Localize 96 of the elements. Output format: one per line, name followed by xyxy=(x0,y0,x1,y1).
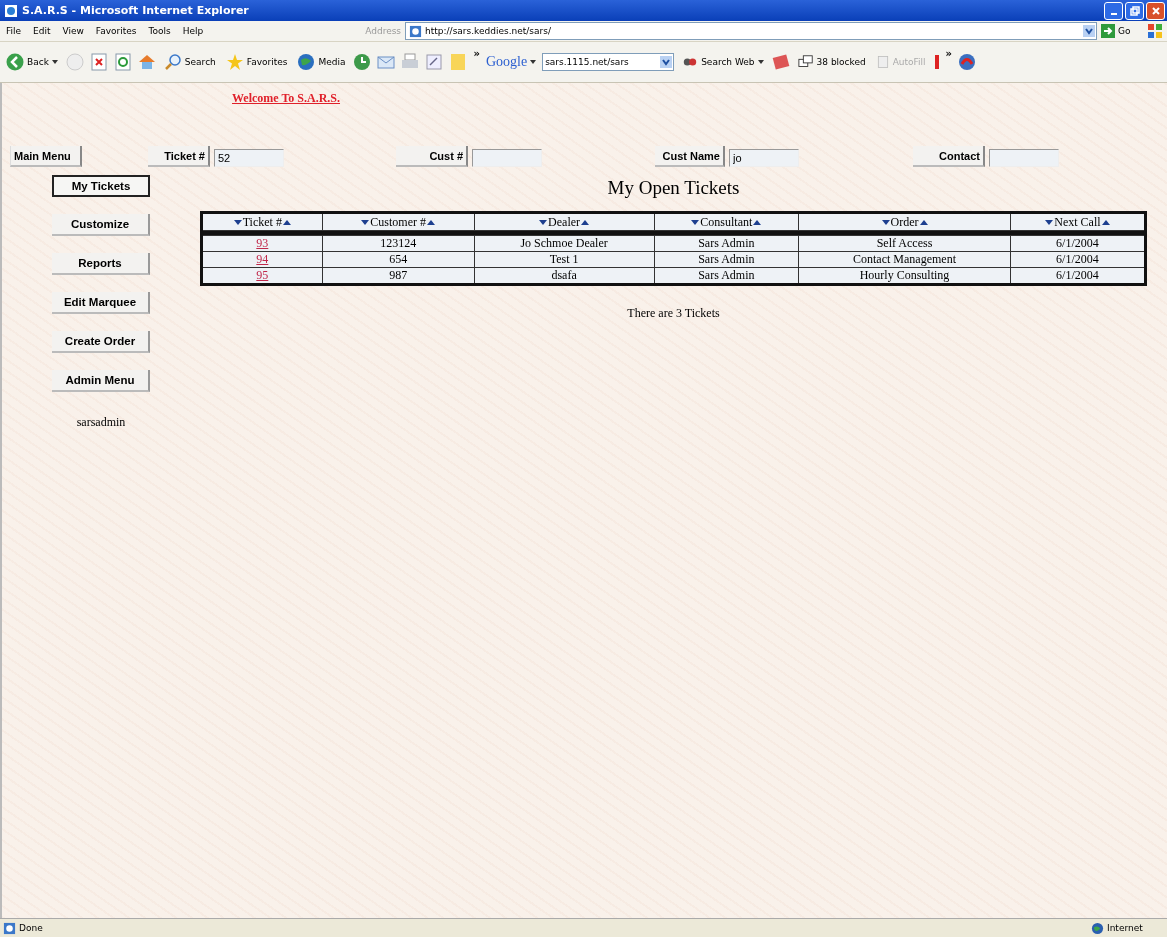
table-cell: Sars Admin xyxy=(654,251,799,268)
google-button[interactable]: Google xyxy=(485,54,537,70)
search-button[interactable]: Main Menu xyxy=(10,146,82,167)
input-field[interactable]: jo xyxy=(729,149,799,167)
more-chevron[interactable]: » xyxy=(945,48,953,59)
menu-button[interactable]: Admin Menu xyxy=(52,370,150,392)
menu-button[interactable]: Customize xyxy=(52,214,150,236)
caret-icon xyxy=(757,60,764,64)
media-button[interactable]: Media xyxy=(295,53,348,71)
menu-item[interactable]: Tools xyxy=(148,26,171,36)
table-cell: Test 1 xyxy=(474,251,655,268)
ticket-link[interactable]: 93 xyxy=(256,236,269,250)
username: sarsadmin xyxy=(76,415,126,430)
globe-icon xyxy=(297,53,316,71)
windows-logo-icon xyxy=(1147,23,1163,39)
minimize-icon xyxy=(1110,12,1117,15)
popup-blocker-button[interactable]: 38 blocked xyxy=(795,54,868,70)
google-search-field[interactable]: sars.1115.net/sars xyxy=(542,53,675,71)
sort-down-icon[interactable] xyxy=(1045,220,1054,225)
search-button[interactable]: Cust # xyxy=(396,146,468,167)
window-title: S.A.R.S - Microsoft Internet Explorer xyxy=(22,4,249,17)
column-header[interactable]: Customer # xyxy=(322,212,475,231)
dropdown-icon[interactable] xyxy=(660,56,673,68)
ticket-link[interactable]: 95 xyxy=(256,268,269,282)
favorites-button[interactable]: Favorites xyxy=(223,53,290,71)
menu-button[interactable]: Create Order xyxy=(52,331,150,353)
search-button[interactable]: Ticket # xyxy=(148,146,210,167)
column-header[interactable]: Order xyxy=(798,212,1011,231)
input-field[interactable] xyxy=(472,149,542,167)
close-icon xyxy=(1150,5,1161,16)
sort-up-icon[interactable] xyxy=(753,220,762,225)
page-heading: My Open Tickets xyxy=(607,177,740,199)
close-button[interactable] xyxy=(1146,1,1165,20)
minimize-button[interactable] xyxy=(1104,1,1123,20)
refresh-icon[interactable] xyxy=(113,53,132,71)
home-icon[interactable] xyxy=(137,53,156,71)
globe-icon xyxy=(1091,921,1104,935)
menu-button[interactable]: Edit Marquee xyxy=(52,292,150,314)
browser-icon xyxy=(4,3,18,18)
back-button[interactable]: Back xyxy=(4,53,60,71)
sort-down-icon[interactable] xyxy=(361,220,370,225)
table-cell: Sars Admin xyxy=(654,235,799,252)
search-button[interactable]: Search xyxy=(161,53,218,71)
page-icon xyxy=(409,24,423,38)
windows-icon xyxy=(797,54,814,70)
go-button[interactable]: Go xyxy=(1101,24,1131,38)
search-icon xyxy=(163,53,182,71)
welcome-link[interactable]: Welcome To S.A.R.S. xyxy=(232,91,340,105)
stop-icon[interactable] xyxy=(89,53,108,71)
menu-button[interactable]: My Tickets xyxy=(52,175,150,197)
menu-item[interactable]: Edit xyxy=(33,26,51,36)
table-cell: 654 xyxy=(322,251,475,268)
page-icon xyxy=(3,921,16,935)
dropdown-icon[interactable] xyxy=(1083,25,1096,37)
menu-item[interactable]: File xyxy=(6,26,22,36)
sort-down-icon[interactable] xyxy=(233,220,242,225)
column-header[interactable]: Consultant xyxy=(654,212,799,231)
table-cell: 123124 xyxy=(322,235,475,252)
sort-down-icon[interactable] xyxy=(691,220,700,225)
restore-icon xyxy=(1129,5,1140,16)
sort-down-icon[interactable] xyxy=(539,220,548,225)
menu-item[interactable]: View xyxy=(62,26,84,36)
ticket-count: There are 3 Tickets xyxy=(627,306,720,321)
ticket-link[interactable]: 94 xyxy=(256,252,269,266)
table-cell: Contact Management xyxy=(798,251,1011,268)
more-chevron[interactable]: » xyxy=(473,48,480,59)
search-button[interactable]: Cust Name xyxy=(655,146,725,167)
restore-button[interactable] xyxy=(1125,1,1144,20)
input-field[interactable] xyxy=(989,149,1059,167)
sort-up-icon[interactable] xyxy=(919,220,928,225)
table-cell: Self Access xyxy=(798,235,1011,252)
zone-text: Internet xyxy=(1107,923,1144,933)
table-cell: Jo Schmoe Dealer xyxy=(474,235,655,252)
sort-up-icon[interactable] xyxy=(282,220,291,225)
form-icon xyxy=(875,55,890,69)
address-field[interactable]: http://sars.keddies.net/sars/ xyxy=(405,22,1098,40)
address-label: Address xyxy=(365,26,402,36)
mail-icon[interactable] xyxy=(377,53,396,71)
column-header[interactable]: Dealer xyxy=(474,212,655,231)
sort-down-icon[interactable] xyxy=(881,220,890,225)
menu-item[interactable]: Favorites xyxy=(95,26,137,36)
sort-up-icon[interactable] xyxy=(1101,220,1110,225)
input-field[interactable]: 52 xyxy=(214,149,284,167)
history-icon[interactable] xyxy=(353,53,372,71)
menu-item[interactable]: Help xyxy=(182,26,204,36)
caret-icon xyxy=(530,60,537,64)
sort-up-icon[interactable] xyxy=(427,220,435,225)
search-button[interactable]: Contact xyxy=(913,146,985,167)
search-web-button[interactable]: Search Web xyxy=(680,54,766,70)
status-text: Done xyxy=(19,923,43,933)
column-header[interactable]: Ticket # xyxy=(201,212,323,231)
menu-button[interactable]: Reports xyxy=(52,253,150,275)
arrow-icon xyxy=(1101,24,1116,38)
caret-icon xyxy=(51,60,58,64)
star-icon xyxy=(225,53,244,71)
sort-up-icon[interactable] xyxy=(581,220,590,225)
